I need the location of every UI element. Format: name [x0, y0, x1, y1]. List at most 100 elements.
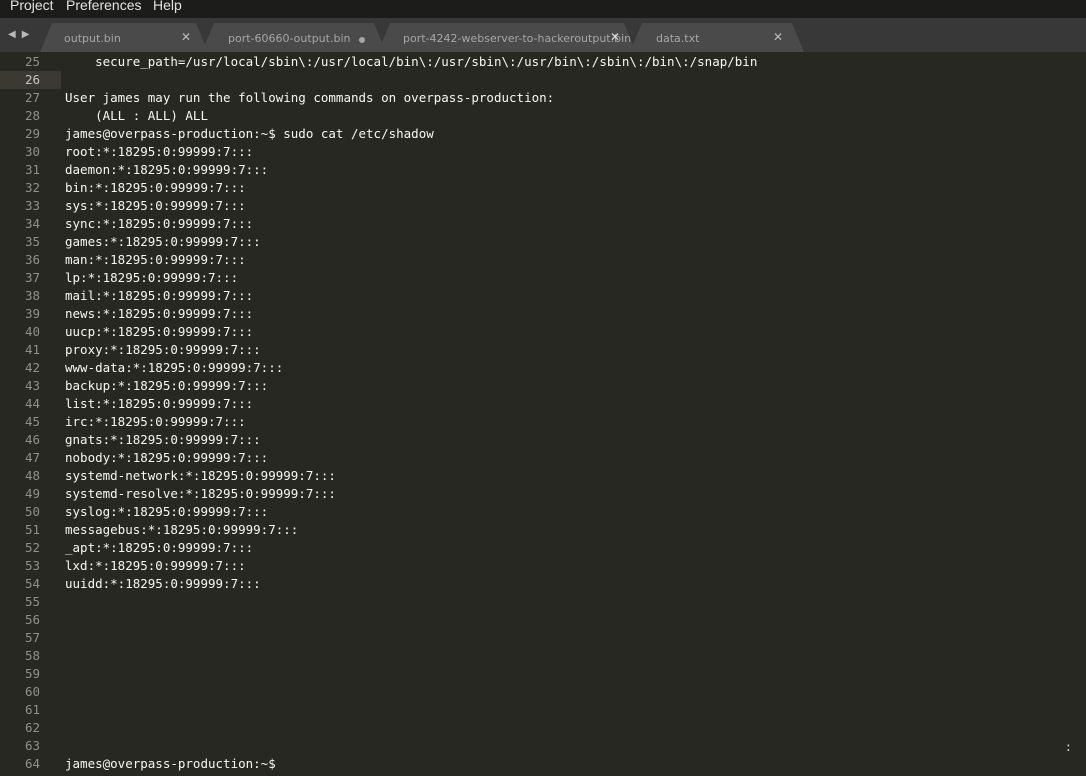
code-line[interactable]: 54 uuidd:*:18295:0:99999:7:::	[0, 575, 1086, 593]
code-line[interactable]: 48 systemd-network:*:18295:0:99999:7:::	[0, 467, 1086, 485]
code-line[interactable]: 34 sync:*:18295:0:99999:7:::	[0, 215, 1086, 233]
line-number: 45	[24, 414, 40, 429]
line-text[interactable]: gnats:*:18295:0:99999:7:::	[65, 431, 261, 449]
line-text[interactable]: User james may run the following command…	[65, 89, 554, 107]
modified-dot-icon[interactable]	[359, 37, 365, 43]
code-line[interactable]: 53 lxd:*:18295:0:99999:7:::	[0, 557, 1086, 575]
tab-port-60660-output[interactable]: port-60660-output.bin	[202, 23, 386, 52]
line-number: 52	[24, 540, 40, 555]
line-number: 29	[24, 126, 40, 141]
line-text[interactable]: systemd-resolve:*:18295:0:99999:7:::	[65, 485, 336, 503]
code-line[interactable]: 52 _apt:*:18295:0:99999:7:::	[0, 539, 1086, 557]
line-text[interactable]: news:*:18295:0:99999:7:::	[65, 305, 253, 323]
code-line[interactable]: 56	[0, 611, 1086, 629]
line-text[interactable]: messagebus:*:18295:0:99999:7:::	[65, 521, 298, 539]
code-line[interactable]: 37 lp:*:18295:0:99999:7:::	[0, 269, 1086, 287]
line-text[interactable]: backup:*:18295:0:99999:7:::	[65, 377, 268, 395]
code-line[interactable]: 26	[0, 71, 1086, 89]
line-number: 57	[24, 630, 40, 645]
code-line[interactable]: 33 sys:*:18295:0:99999:7:::	[0, 197, 1086, 215]
line-text[interactable]: irc:*:18295:0:99999:7:::	[65, 413, 246, 431]
code-line[interactable]: 38 mail:*:18295:0:99999:7:::	[0, 287, 1086, 305]
code-line[interactable]: 61	[0, 701, 1086, 719]
line-text[interactable]: james@overpass-production:~$ sudo cat /e…	[65, 125, 434, 143]
line-text[interactable]: uuidd:*:18295:0:99999:7:::	[65, 575, 261, 593]
code-line[interactable]: 39 news:*:18295:0:99999:7:::	[0, 305, 1086, 323]
line-text[interactable]: lxd:*:18295:0:99999:7:::	[65, 557, 246, 575]
line-text[interactable]: (ALL : ALL) ALL	[65, 107, 208, 125]
editor-pane[interactable]: : 25 secure_path=/usr/local/sbin\:/usr/l…	[0, 52, 1086, 776]
code-line[interactable]: 62	[0, 719, 1086, 737]
line-text[interactable]: _apt:*:18295:0:99999:7:::	[65, 539, 253, 557]
code-line[interactable]: 35 games:*:18295:0:99999:7:::	[0, 233, 1086, 251]
line-text[interactable]: lp:*:18295:0:99999:7:::	[65, 269, 238, 287]
code-line[interactable]: 45 irc:*:18295:0:99999:7:::	[0, 413, 1086, 431]
tab-port-4242-webserver[interactable]: port-4242-webserver-to-hackeroutput.bin …	[378, 23, 636, 52]
code-line[interactable]: 60	[0, 683, 1086, 701]
line-number: 31	[24, 162, 40, 177]
code-line[interactable]: 41 proxy:*:18295:0:99999:7:::	[0, 341, 1086, 359]
line-text[interactable]: bin:*:18295:0:99999:7:::	[65, 179, 246, 197]
code-line[interactable]: 42 www-data:*:18295:0:99999:7:::	[0, 359, 1086, 377]
line-text[interactable]: man:*:18295:0:99999:7:::	[65, 251, 246, 269]
code-line[interactable]: 29 james@overpass-production:~$ sudo cat …	[0, 125, 1086, 143]
code-line[interactable]: 59	[0, 665, 1086, 683]
code-line[interactable]: 32 bin:*:18295:0:99999:7:::	[0, 179, 1086, 197]
line-text[interactable]: nobody:*:18295:0:99999:7:::	[65, 449, 268, 467]
line-text[interactable]: list:*:18295:0:99999:7:::	[65, 395, 253, 413]
line-text[interactable]: daemon:*:18295:0:99999:7:::	[65, 161, 268, 179]
line-number: 25	[24, 54, 40, 69]
line-text[interactable]: games:*:18295:0:99999:7:::	[65, 233, 261, 251]
tab-nav-arrows: ◀ ▶	[8, 29, 35, 40]
code-line[interactable]: 40 uucp:*:18295:0:99999:7:::	[0, 323, 1086, 341]
code-line[interactable]: 30 root:*:18295:0:99999:7:::	[0, 143, 1086, 161]
code-line[interactable]: 28 (ALL : ALL) ALL	[0, 107, 1086, 125]
code-line[interactable]: 43 backup:*:18295:0:99999:7:::	[0, 377, 1086, 395]
line-text[interactable]: mail:*:18295:0:99999:7:::	[65, 287, 253, 305]
close-icon[interactable]: ✕	[610, 30, 620, 44]
code-line[interactable]: 58	[0, 647, 1086, 665]
code-line[interactable]: 44 list:*:18295:0:99999:7:::	[0, 395, 1086, 413]
tab-output-bin[interactable]: output.bin ✕	[40, 23, 208, 52]
line-text[interactable]: sys:*:18295:0:99999:7:::	[65, 197, 246, 215]
code-line[interactable]: 50 syslog:*:18295:0:99999:7:::	[0, 503, 1086, 521]
code-line[interactable]: 49 systemd-resolve:*:18295:0:99999:7:::	[0, 485, 1086, 503]
code-line[interactable]: 47 nobody:*:18295:0:99999:7:::	[0, 449, 1086, 467]
menu-preferences[interactable]: Preferences	[66, 0, 141, 12]
code-line[interactable]: 31 daemon:*:18295:0:99999:7:::	[0, 161, 1086, 179]
line-number: 28	[24, 108, 40, 123]
line-text[interactable]: uucp:*:18295:0:99999:7:::	[65, 323, 253, 341]
code-line[interactable]: 51 messagebus:*:18295:0:99999:7:::	[0, 521, 1086, 539]
line-text[interactable]: syslog:*:18295:0:99999:7:::	[65, 503, 268, 521]
code-line[interactable]: 27 User james may run the following comma…	[0, 89, 1086, 107]
menu-help[interactable]: Help	[153, 0, 182, 12]
line-number: 38	[24, 288, 40, 303]
code-line[interactable]: 36 man:*:18295:0:99999:7:::	[0, 251, 1086, 269]
line-text[interactable]: www-data:*:18295:0:99999:7:::	[65, 359, 283, 377]
line-text[interactable]: root:*:18295:0:99999:7:::	[65, 143, 253, 161]
tab-data-txt[interactable]: data.txt ✕	[630, 23, 804, 52]
line-number: 47	[24, 450, 40, 465]
tab-prev-icon[interactable]: ◀	[8, 29, 16, 40]
code-line[interactable]: 55	[0, 593, 1086, 611]
line-number: 34	[24, 216, 40, 231]
line-text[interactable]: james@overpass-production:~$	[65, 755, 276, 773]
code-line[interactable]: 63	[0, 737, 1086, 755]
code-line[interactable]: 64 james@overpass-production:~$	[0, 755, 1086, 773]
menu-project[interactable]: Project	[10, 0, 54, 12]
close-icon[interactable]: ✕	[773, 30, 783, 44]
line-text[interactable]: proxy:*:18295:0:99999:7:::	[65, 341, 261, 359]
close-icon[interactable]: ✕	[181, 30, 191, 44]
code-line[interactable]: 25 secure_path=/usr/local/sbin\:/usr/loc…	[0, 53, 1086, 71]
tab-label: port-4242-webserver-to-hackeroutput.bin	[403, 32, 632, 45]
code-line[interactable]: 57	[0, 629, 1086, 647]
line-number: 53	[24, 558, 40, 573]
line-number: 51	[24, 522, 40, 537]
line-text[interactable]: secure_path=/usr/local/sbin\:/usr/local/…	[65, 53, 757, 71]
line-text[interactable]: systemd-network:*:18295:0:99999:7:::	[65, 467, 336, 485]
code-line[interactable]: 46 gnats:*:18295:0:99999:7:::	[0, 431, 1086, 449]
tab-next-icon[interactable]: ▶	[22, 29, 30, 40]
line-number: 64	[24, 756, 40, 771]
line-number: 60	[24, 684, 40, 699]
line-text[interactable]: sync:*:18295:0:99999:7:::	[65, 215, 253, 233]
